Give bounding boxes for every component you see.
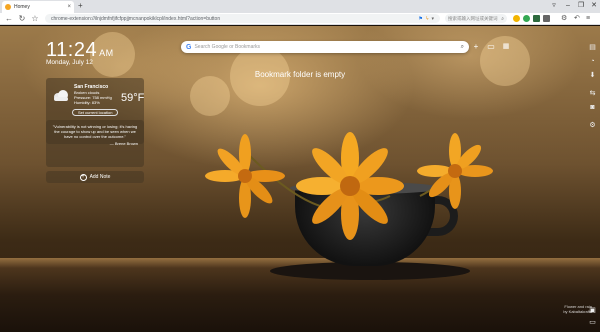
- plus-icon: +: [79, 173, 87, 181]
- weather-details: San Francisco Broken clouds Pressure: 75…: [74, 84, 112, 105]
- undo-icon[interactable]: ↶: [574, 14, 580, 24]
- url-text: chrome-extension://ilnjdmfnfjifcfppjjmcn…: [51, 15, 221, 22]
- add-bookmark-icon[interactable]: +: [471, 41, 481, 53]
- settings-gear-icon[interactable]: ⚙: [561, 14, 567, 24]
- browser-toolbar: ← ↻ ☆ chrome-extension://ilnjdmfnfjifcfp…: [0, 13, 600, 25]
- tab-close-icon[interactable]: ×: [67, 4, 71, 10]
- search-icon[interactable]: ⌕: [461, 44, 464, 51]
- dropdown-icon[interactable]: ▾: [431, 16, 434, 22]
- camera-rail-icon[interactable]: ◙: [588, 103, 597, 112]
- minimize-button[interactable]: –: [562, 1, 574, 11]
- date: Monday, July 12: [46, 59, 93, 66]
- quote-author: — Brene Brown: [109, 141, 138, 146]
- clock-ampm: AM: [99, 48, 114, 58]
- extension-puzzle-icon[interactable]: [543, 15, 550, 22]
- address-bar[interactable]: chrome-extension://ilnjdmfnfjifcfppjjmcn…: [45, 14, 440, 23]
- add-note-button[interactable]: + Add Note: [46, 171, 144, 183]
- extension-square-icon[interactable]: [533, 15, 540, 22]
- side-search-placeholder: 搜索或输入网址或关键词: [448, 15, 498, 21]
- weather-humidity: Humidity: 83%: [74, 100, 100, 105]
- apps-grid-icon[interactable]: ▦: [501, 41, 511, 53]
- extension-flag-icon[interactable]: ⚑: [418, 16, 422, 22]
- back-icon[interactable]: ←: [4, 14, 14, 24]
- tab-title: Homey: [14, 4, 30, 10]
- reload-icon[interactable]: ↻: [17, 14, 27, 24]
- weather-temperature: 59°F: [121, 92, 145, 104]
- history-rail-icon[interactable]: ◔: [588, 57, 597, 66]
- new-tab-page: 11:24 AM Monday, July 12 San Francisco Br…: [0, 26, 600, 332]
- clock-time: 11:24: [46, 39, 98, 61]
- close-window-button[interactable]: ✕: [588, 1, 600, 11]
- cloud-icon: [54, 90, 68, 101]
- extension-yellow-icon[interactable]: [513, 15, 520, 22]
- lightning-icon[interactable]: ϟ: [426, 16, 429, 22]
- yellow-flowers-image: [205, 132, 493, 240]
- bookmarks-rail-icon[interactable]: ▤: [588, 43, 597, 52]
- search-bar[interactable]: G Search Google or Bookmarks ⌕: [181, 41, 469, 53]
- tab-homey[interactable]: Homey ×: [2, 1, 74, 13]
- settings-rail-icon[interactable]: ⚙: [588, 121, 597, 130]
- magnifier-icon[interactable]: ⌕: [501, 16, 504, 22]
- add-note-label: Add Note: [89, 174, 111, 180]
- folder-icon[interactable]: ▭: [486, 41, 496, 53]
- menu-icon[interactable]: ≡: [586, 14, 590, 24]
- side-search-box[interactable]: 搜索或输入网址或关键词 ⌕: [445, 14, 507, 23]
- photo-credit-author: by Kabaltakrafts: [563, 309, 592, 314]
- bookmark-star-icon[interactable]: ☆: [30, 14, 40, 24]
- translate-rail-icon[interactable]: ⇆: [588, 89, 597, 98]
- search-placeholder: Search Google or Bookmarks: [194, 44, 261, 50]
- homey-favicon-icon: [5, 4, 11, 10]
- maximize-button[interactable]: ❐: [575, 1, 587, 11]
- tab-strip: Homey × + ▿ – ❐ ✕: [0, 0, 600, 13]
- set-location-button[interactable]: Set current location: [72, 109, 119, 116]
- quote-text: "Vulnerability is not winning or losing;…: [52, 124, 138, 139]
- photo-credit[interactable]: Flower and rain by Kabaltakrafts: [536, 304, 592, 314]
- quote-widget: "Vulnerability is not winning or losing;…: [46, 120, 144, 167]
- new-tab-button[interactable]: +: [78, 2, 83, 10]
- extension-green-icon[interactable]: [523, 15, 530, 22]
- downloads-rail-icon[interactable]: ⬇: [588, 71, 597, 80]
- tab-search-icon[interactable]: ▿: [548, 1, 560, 11]
- info-rail-icon[interactable]: ▭: [588, 318, 597, 327]
- google-icon: G: [186, 43, 192, 51]
- bookmarks-empty-message: Bookmark folder is empty: [254, 70, 346, 79]
